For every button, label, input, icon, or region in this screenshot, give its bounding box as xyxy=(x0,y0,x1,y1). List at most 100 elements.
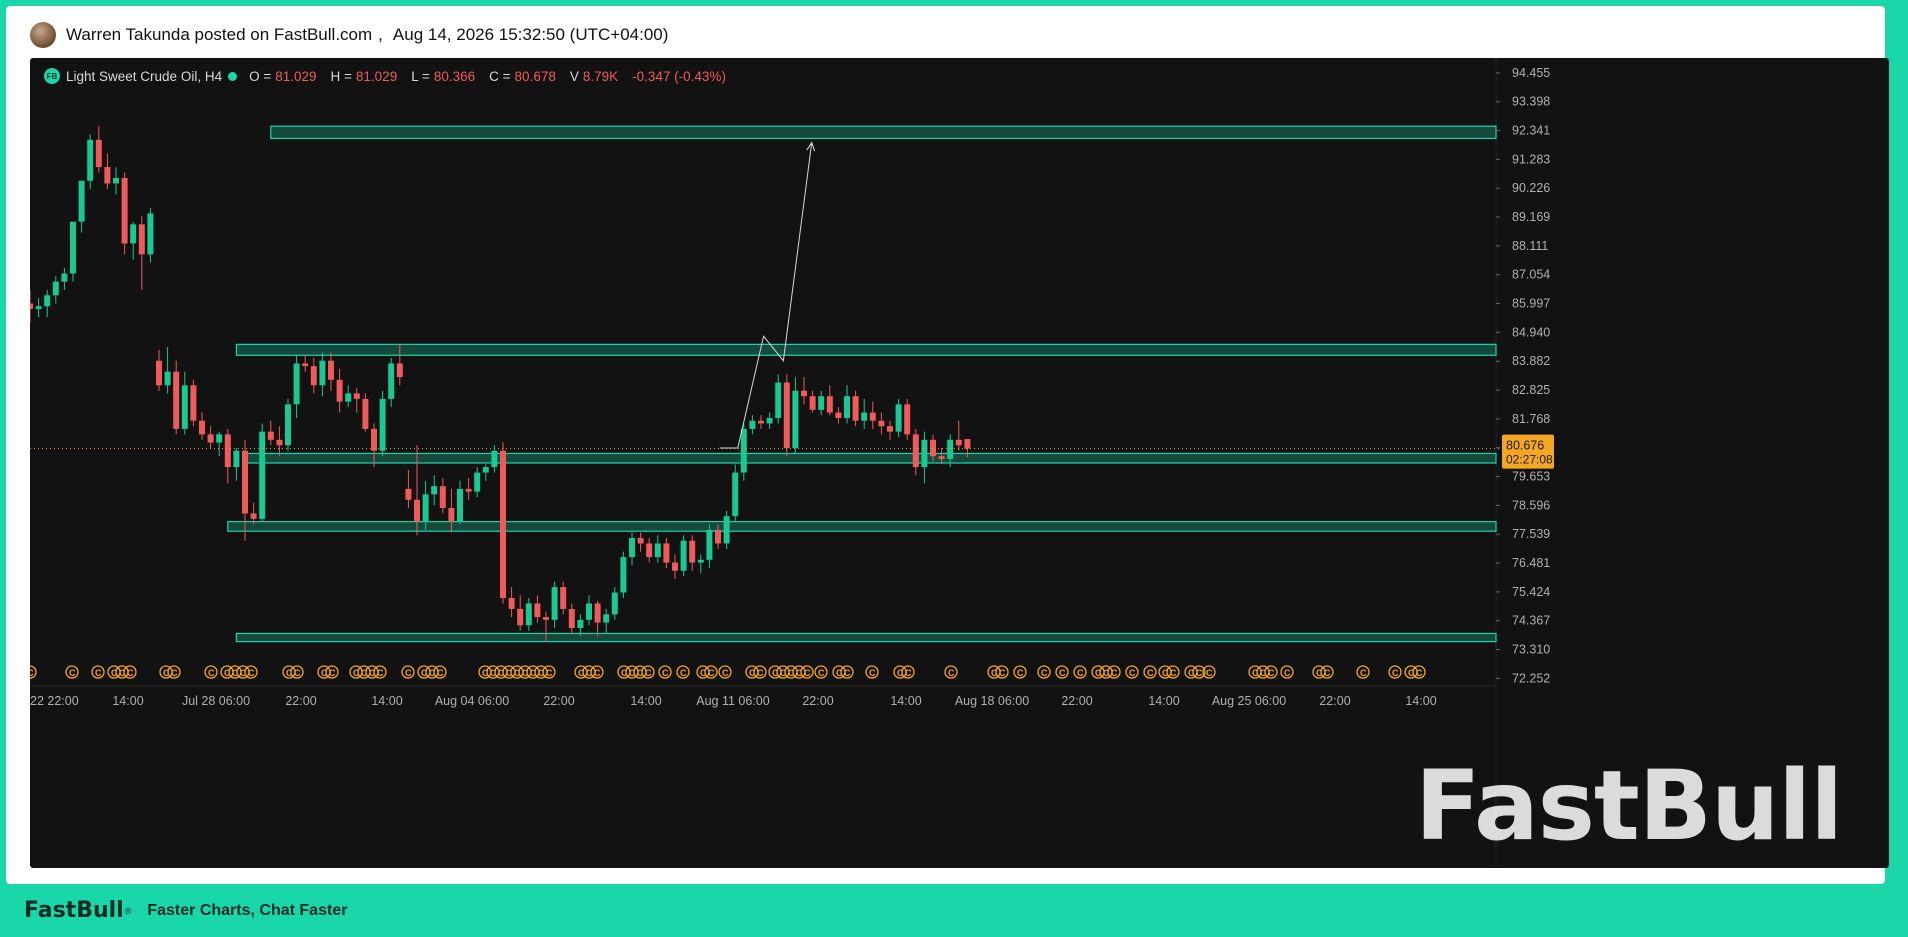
candle-body[interactable] xyxy=(964,439,971,449)
candle-body[interactable] xyxy=(852,396,859,421)
candle-body[interactable] xyxy=(121,178,128,244)
candle-body[interactable] xyxy=(861,412,868,421)
candle-body[interactable] xyxy=(560,587,567,609)
candle-body[interactable] xyxy=(233,450,240,468)
candle-body[interactable] xyxy=(680,540,687,571)
candle-body[interactable] xyxy=(224,434,231,468)
candle-body[interactable] xyxy=(474,472,481,492)
candle-body[interactable] xyxy=(319,360,326,386)
candle-body[interactable] xyxy=(801,390,807,397)
candle-body[interactable] xyxy=(216,434,223,443)
candle-body[interactable] xyxy=(138,224,145,255)
candle-body[interactable] xyxy=(697,559,704,563)
candle-body[interactable] xyxy=(766,418,773,424)
candle-body[interactable] xyxy=(439,486,446,508)
candle-body[interactable] xyxy=(844,396,850,418)
candle-body[interactable] xyxy=(706,529,713,560)
candle-body[interactable] xyxy=(723,516,730,544)
candle-body[interactable] xyxy=(517,608,524,626)
candle-body[interactable] xyxy=(543,617,549,620)
candle-body[interactable] xyxy=(955,439,962,446)
candle-body[interactable] xyxy=(620,557,627,593)
support-resistance-zone-4[interactable] xyxy=(227,521,1497,532)
candle-body[interactable] xyxy=(500,450,506,598)
candle-body[interactable] xyxy=(388,363,395,399)
candle-body[interactable] xyxy=(525,603,532,626)
candle-body[interactable] xyxy=(775,382,782,418)
candle-body[interactable] xyxy=(310,366,317,386)
candle-body[interactable] xyxy=(938,456,945,459)
candle-body[interactable] xyxy=(594,603,601,623)
support-resistance-zone-2[interactable] xyxy=(235,343,1497,356)
candle-body[interactable] xyxy=(895,404,902,432)
candle-body[interactable] xyxy=(551,587,558,620)
candle-body[interactable] xyxy=(61,273,68,282)
candle-body[interactable] xyxy=(173,371,180,429)
candle-body[interactable] xyxy=(353,393,360,399)
candle-body[interactable] xyxy=(156,360,162,386)
author-avatar[interactable] xyxy=(30,22,56,48)
candle-body[interactable] xyxy=(465,488,472,492)
candle-body[interactable] xyxy=(302,363,309,367)
candle-body[interactable] xyxy=(646,543,653,558)
candle-body[interactable] xyxy=(732,472,739,517)
candle-body[interactable] xyxy=(904,404,911,435)
candle-body[interactable] xyxy=(52,281,59,296)
candle-body[interactable] xyxy=(336,379,343,402)
symbol-label[interactable]: Light Sweet Crude Oil, H4 xyxy=(66,69,222,84)
candle-body[interactable] xyxy=(87,139,94,181)
candle-body[interactable] xyxy=(147,213,154,255)
candle-body[interactable] xyxy=(826,396,833,413)
candle-body[interactable] xyxy=(199,420,205,435)
candle-body[interactable] xyxy=(259,431,266,519)
candle-body[interactable] xyxy=(758,420,764,424)
candle-body[interactable] xyxy=(95,139,102,168)
candle-body[interactable] xyxy=(70,221,76,274)
candle-body[interactable] xyxy=(250,513,257,519)
candle-body[interactable] xyxy=(869,412,876,421)
candle-body[interactable] xyxy=(345,393,352,402)
post-author[interactable]: Warren Takunda posted on FastBull.com xyxy=(66,25,372,45)
candle-body[interactable] xyxy=(809,396,816,410)
candle-body[interactable] xyxy=(482,467,489,473)
candle-body[interactable] xyxy=(130,224,137,244)
candle-body[interactable] xyxy=(947,439,954,459)
candle-body[interactable] xyxy=(508,598,515,609)
candle-body[interactable] xyxy=(749,420,756,429)
candle-body[interactable] xyxy=(663,543,670,563)
candle-body[interactable] xyxy=(689,540,696,563)
candle-body[interactable] xyxy=(912,434,919,468)
candle-body[interactable] xyxy=(457,488,463,522)
candle-body[interactable] xyxy=(104,167,111,184)
candle-body[interactable] xyxy=(930,439,936,457)
footer-brand[interactable]: FastBull xyxy=(24,898,124,923)
candle-body[interactable] xyxy=(534,603,541,618)
candle-body[interactable] xyxy=(113,178,119,184)
candle-body[interactable] xyxy=(672,562,678,571)
candle-body[interactable] xyxy=(44,295,51,307)
candle-body[interactable] xyxy=(568,608,575,628)
candle-body[interactable] xyxy=(921,439,928,468)
candle-body[interactable] xyxy=(491,450,498,468)
candle-body[interactable] xyxy=(629,538,635,558)
candle-body[interactable] xyxy=(328,360,334,380)
candle-body[interactable] xyxy=(78,180,85,222)
candle-body[interactable] xyxy=(611,592,618,615)
candle-body[interactable] xyxy=(285,404,291,446)
candle-body[interactable] xyxy=(431,486,438,495)
candle-body[interactable] xyxy=(379,398,386,451)
candle-body[interactable] xyxy=(448,508,455,522)
candle-body[interactable] xyxy=(835,412,842,418)
candle-body[interactable] xyxy=(30,303,33,309)
candle-body[interactable] xyxy=(405,488,412,500)
candle-body[interactable] xyxy=(577,619,584,628)
candle-body[interactable] xyxy=(396,363,403,378)
candle-body[interactable] xyxy=(207,434,214,443)
candle-body[interactable] xyxy=(35,306,42,309)
candle-body[interactable] xyxy=(887,426,893,432)
candle-body[interactable] xyxy=(276,439,283,446)
support-resistance-zone-1[interactable] xyxy=(270,125,1497,140)
candle-body[interactable] xyxy=(878,420,885,427)
candle-body[interactable] xyxy=(783,382,790,448)
support-resistance-zone-3[interactable] xyxy=(244,452,1497,464)
